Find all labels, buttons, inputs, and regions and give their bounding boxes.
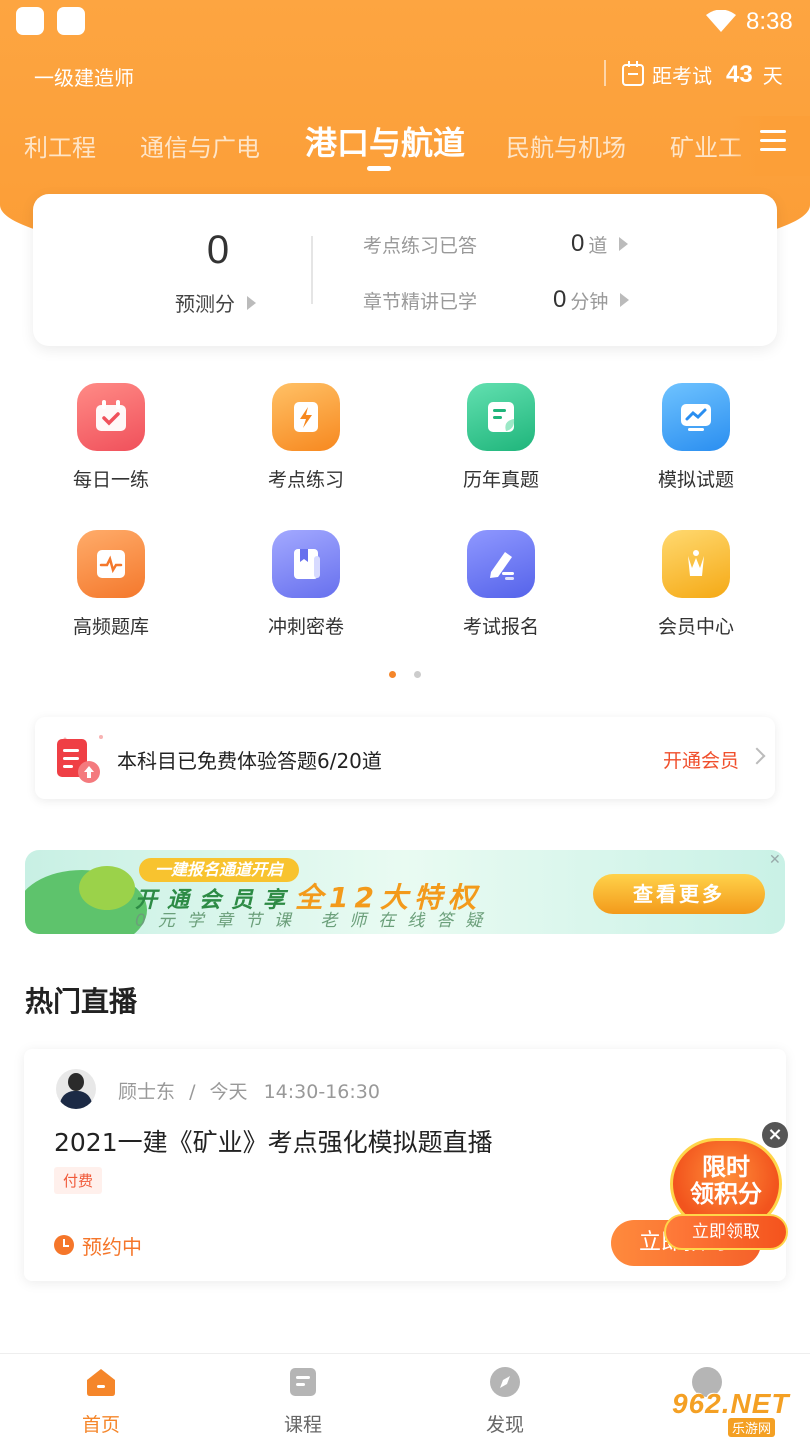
stat-label: 章节精讲已学 [363, 290, 478, 313]
open-membership-link[interactable]: 开通会员 [663, 746, 739, 773]
section-title: 热门直播 [25, 985, 138, 1018]
feature-sprint-papers[interactable]: 冲刺密卷 [231, 530, 381, 639]
feature-mock-exam[interactable]: 模拟试题 [621, 383, 771, 492]
pen-form-icon [467, 530, 535, 598]
paid-badge: 付费 [54, 1167, 103, 1194]
calendar-icon [622, 60, 644, 86]
nav-course[interactable]: 课程 [253, 1366, 353, 1437]
predict-score: 0 [206, 228, 230, 272]
banner-subline: 0元学章节课 老师在线答疑 [135, 911, 495, 931]
live-time: 14:30-16:30 [263, 1081, 380, 1103]
compass-icon [490, 1367, 520, 1397]
stat-label: 考点练习已答 [363, 234, 478, 257]
feature-label: 历年真题 [462, 469, 539, 491]
wifi-icon [706, 10, 736, 32]
live-date: 今天 [209, 1081, 248, 1103]
notification-icon [57, 7, 85, 35]
feature-label: 每日一练 [72, 469, 149, 491]
subject-tabs: 利工程 通信与广电 港口与航道 民航与机场 矿业工 [0, 116, 810, 176]
feature-label: 会员中心 [657, 616, 734, 638]
carousel-pagination [389, 671, 439, 678]
predict-label: 预测分 [175, 292, 235, 316]
avatar [56, 1069, 96, 1109]
course-icon [290, 1368, 316, 1396]
feature-past-papers[interactable]: 历年真题 [426, 383, 576, 492]
points-promo-float[interactable]: 限时 领积分 立即领取 × [664, 1122, 788, 1250]
arrow-right-icon [619, 237, 629, 251]
countdown-unit: 天 [762, 64, 783, 88]
stat-unit: 分钟 [570, 290, 609, 313]
calendar-check-icon [77, 383, 145, 451]
arrow-right-icon [247, 295, 256, 310]
nav-home[interactable]: 首页 [51, 1366, 151, 1437]
stat-value: 0 [571, 230, 585, 257]
close-icon[interactable]: ✕ [769, 852, 781, 868]
feature-label: 考点练习 [267, 469, 344, 491]
trial-text: 本科目已免费体验答题6/20道 [117, 749, 382, 773]
status-time: 8:38 [746, 8, 793, 35]
arrow-right-icon [620, 293, 630, 307]
tab-subject-active[interactable]: 港口与航道 [305, 118, 465, 164]
feature-member-center[interactable]: 会员中心 [621, 530, 771, 639]
divider [311, 236, 313, 304]
feature-label: 考试报名 [462, 616, 539, 638]
tab-subject[interactable]: 民航与机场 [506, 128, 626, 163]
countdown-label: 距考试 [652, 64, 712, 88]
trial-notice[interactable]: 本科目已免费体验答题6/20道 开通会员 [35, 717, 775, 799]
chevron-right-icon [748, 747, 766, 765]
stat-practice[interactable]: 考点练习已答 0 道 [363, 230, 663, 258]
pagination-dot[interactable] [414, 671, 421, 678]
crown-member-icon [662, 530, 730, 598]
pulse-scroll-icon [77, 530, 145, 598]
stat-unit: 道 [588, 234, 608, 257]
predict-score-link[interactable]: 预测分 [175, 288, 256, 317]
score-card: 0 预测分 考点练习已答 0 道 章节精讲已学 0 分钟 [33, 194, 777, 346]
nav-label: 首页 [81, 1414, 120, 1436]
monitor-chart-icon [662, 383, 730, 451]
stat-chapter[interactable]: 章节精讲已学 0 分钟 [363, 286, 663, 314]
exam-selector[interactable]: 一级建造师 [34, 62, 134, 91]
feature-daily-practice[interactable]: 每日一练 [36, 383, 186, 492]
document-leaf-icon [467, 383, 535, 451]
exam-countdown: 距考试 43 天 [622, 60, 783, 89]
stat-value: 0 [553, 286, 567, 313]
site-watermark: 962.NET 乐游网 [672, 1388, 790, 1437]
tab-subject[interactable]: 利工程 [24, 128, 96, 163]
nav-label: 课程 [283, 1414, 322, 1436]
live-title: 2021一建《矿业》考点强化模拟题直播 [54, 1128, 493, 1157]
nav-label: 发现 [485, 1414, 524, 1436]
home-icon [87, 1369, 115, 1396]
promo-text: 限时 领积分 [690, 1153, 762, 1208]
feature-high-frequency[interactable]: 高频题库 [36, 530, 186, 639]
view-more-button[interactable]: 查看更多 [593, 874, 765, 914]
close-icon[interactable]: × [762, 1122, 788, 1148]
feature-label: 模拟试题 [657, 469, 734, 491]
promo-banner[interactable]: 一建报名通道开启 开通会员享全12大特权 0元学章节课 老师在线答疑 查看更多 … [25, 850, 785, 934]
feature-label: 冲刺密卷 [267, 616, 344, 638]
teacher-name: 顾士东 [118, 1081, 176, 1103]
notification-icon [16, 7, 44, 35]
tab-subject[interactable]: 通信与广电 [140, 128, 260, 163]
live-status: 预约中 [82, 1235, 142, 1259]
bookmark-book-icon [272, 530, 340, 598]
frog-graphic [79, 866, 135, 910]
document-upload-icon [57, 735, 103, 783]
claim-points-button[interactable]: 立即领取 [664, 1214, 788, 1250]
status-bar: 8:38 [0, 0, 810, 44]
live-meta: 顾士东 / 今天 14:30-16:30 [118, 1081, 380, 1103]
clock-icon [54, 1235, 74, 1255]
countdown-days: 43 [726, 60, 753, 88]
feature-label: 高频题库 [72, 616, 149, 638]
feature-point-practice[interactable]: 考点练习 [231, 383, 381, 492]
lightning-note-icon [272, 383, 340, 451]
pagination-dot-active[interactable] [389, 671, 396, 678]
nav-discover[interactable]: 发现 [455, 1366, 555, 1437]
feature-exam-registration[interactable]: 考试报名 [426, 530, 576, 639]
divider [604, 60, 606, 86]
menu-icon[interactable] [760, 130, 786, 152]
active-tab-indicator [367, 166, 391, 171]
